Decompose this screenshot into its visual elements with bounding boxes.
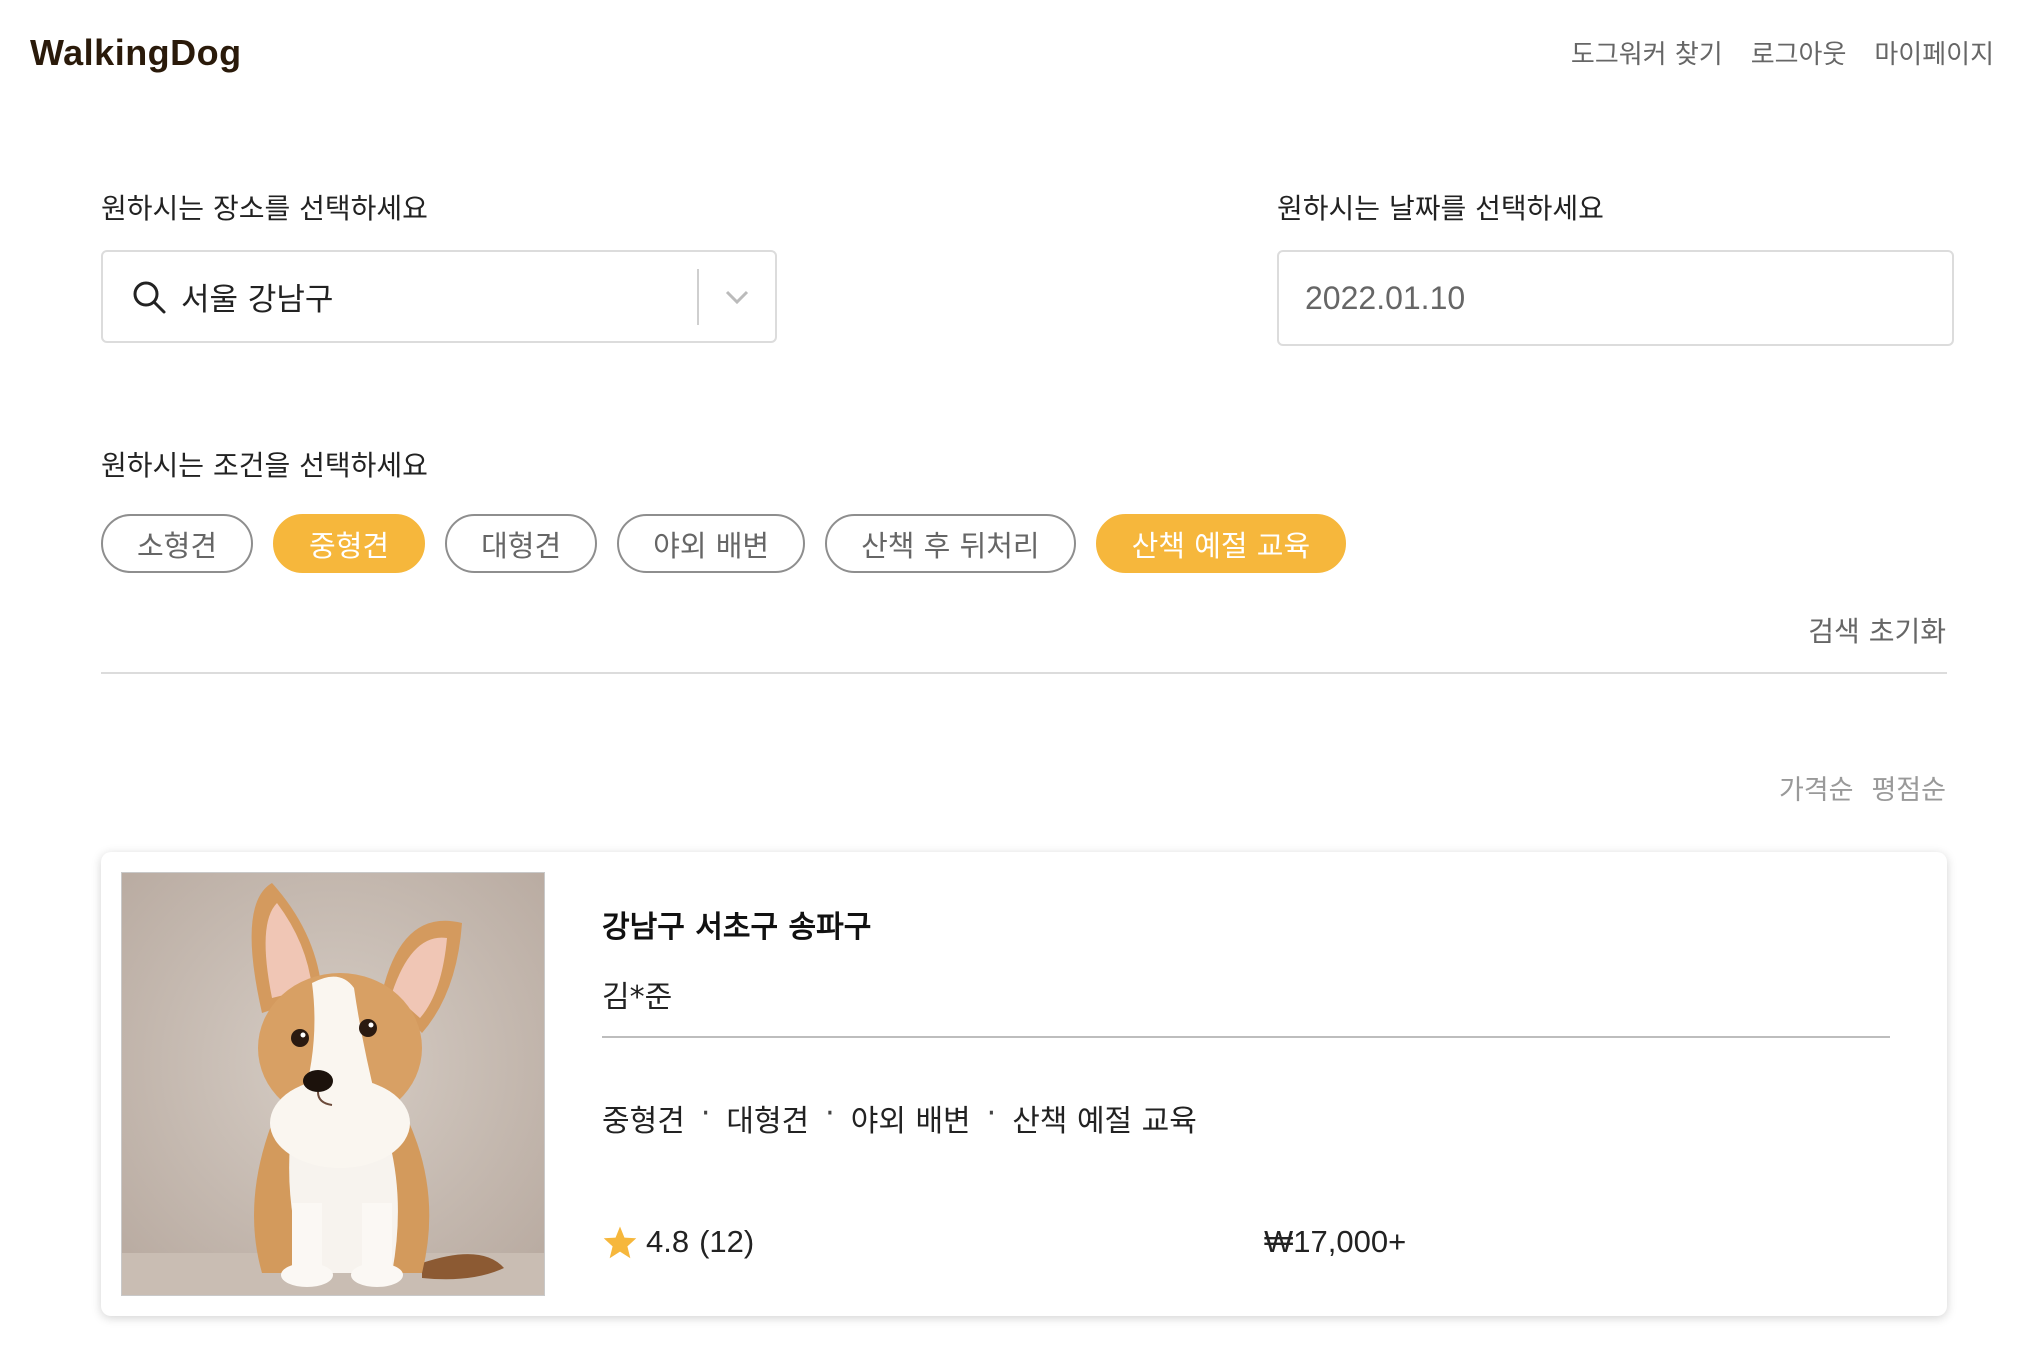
date-label: 원하시는 날짜를 선택하세요 bbox=[1277, 192, 1604, 225]
tag-separator: · bbox=[700, 1096, 711, 1131]
tag: 대형견 bbox=[726, 1104, 810, 1139]
conditions-label: 원하시는 조건을 선택하세요 bbox=[101, 449, 428, 482]
sort-by-price[interactable]: 가격순 bbox=[1779, 768, 1854, 807]
card-divider bbox=[602, 1036, 1890, 1038]
chevron-down-icon[interactable] bbox=[699, 290, 775, 304]
sort-options: 가격순 평점순 bbox=[1779, 768, 1946, 807]
walker-card[interactable]: 강남구 서초구 송파구 김*준 중형견 · 대형견 · 야외 배변 · 산책 예… bbox=[101, 852, 1947, 1316]
chip-etiquette-training[interactable]: 산책 예절 교육 bbox=[1095, 514, 1347, 573]
price: ₩17,000+ bbox=[1264, 1224, 1407, 1259]
review-count: (12) bbox=[699, 1224, 755, 1259]
divider bbox=[101, 672, 1947, 674]
chip-outdoor-potty[interactable]: 야외 배변 bbox=[617, 514, 806, 573]
star-icon bbox=[603, 1226, 637, 1259]
chip-cleanup[interactable]: 산책 후 뒤처리 bbox=[825, 514, 1076, 573]
location-value: 서울 강남구 bbox=[181, 282, 334, 318]
chip-small-dog[interactable]: 소형견 bbox=[101, 514, 254, 573]
nav-mypage[interactable]: 마이페이지 bbox=[1874, 34, 1994, 71]
service-area: 강남구 서초구 송파구 bbox=[602, 910, 872, 945]
rating-value: 4.8 bbox=[646, 1224, 690, 1259]
location-select[interactable]: 서울 강남구 bbox=[101, 250, 777, 343]
top-nav: 도그워커 찾기 로그아웃 마이페이지 bbox=[1571, 34, 1994, 71]
chip-large-dog[interactable]: 대형견 bbox=[445, 514, 598, 573]
tag: 야외 배변 bbox=[850, 1104, 971, 1139]
tag-separator: · bbox=[986, 1096, 997, 1131]
tag: 중형견 bbox=[602, 1104, 685, 1139]
dog-photo bbox=[121, 872, 545, 1296]
location-label: 원하시는 장소를 선택하세요 bbox=[101, 192, 428, 225]
nav-logout[interactable]: 로그아웃 bbox=[1751, 34, 1847, 71]
page: WalkingDog 도그워커 찾기 로그아웃 마이페이지 원하시는 장소를 선… bbox=[0, 0, 2020, 1356]
chip-medium-dog[interactable]: 중형견 bbox=[273, 514, 426, 573]
sort-by-rating[interactable]: 평점순 bbox=[1871, 768, 1946, 807]
nav-find-walker[interactable]: 도그워커 찾기 bbox=[1571, 34, 1723, 71]
reset-search-button[interactable]: 검색 초기화 bbox=[1808, 610, 1946, 650]
card-tags: 중형견 · 대형견 · 야외 배변 · 산책 예절 교육 bbox=[602, 1096, 1197, 1140]
tag: 산책 예절 교육 bbox=[1012, 1104, 1197, 1139]
logo[interactable]: WalkingDog bbox=[30, 32, 242, 74]
tag-separator: · bbox=[825, 1096, 835, 1131]
rating: 4.8 (12) bbox=[602, 1224, 754, 1260]
condition-chips: 소형견 중형견 대형견 야외 배변 산책 후 뒤처리 산책 예절 교육 bbox=[101, 514, 1347, 573]
search-icon bbox=[133, 281, 166, 313]
walker-name: 김*준 bbox=[602, 980, 673, 1015]
date-field[interactable]: 2022.01.10 bbox=[1277, 250, 1954, 346]
